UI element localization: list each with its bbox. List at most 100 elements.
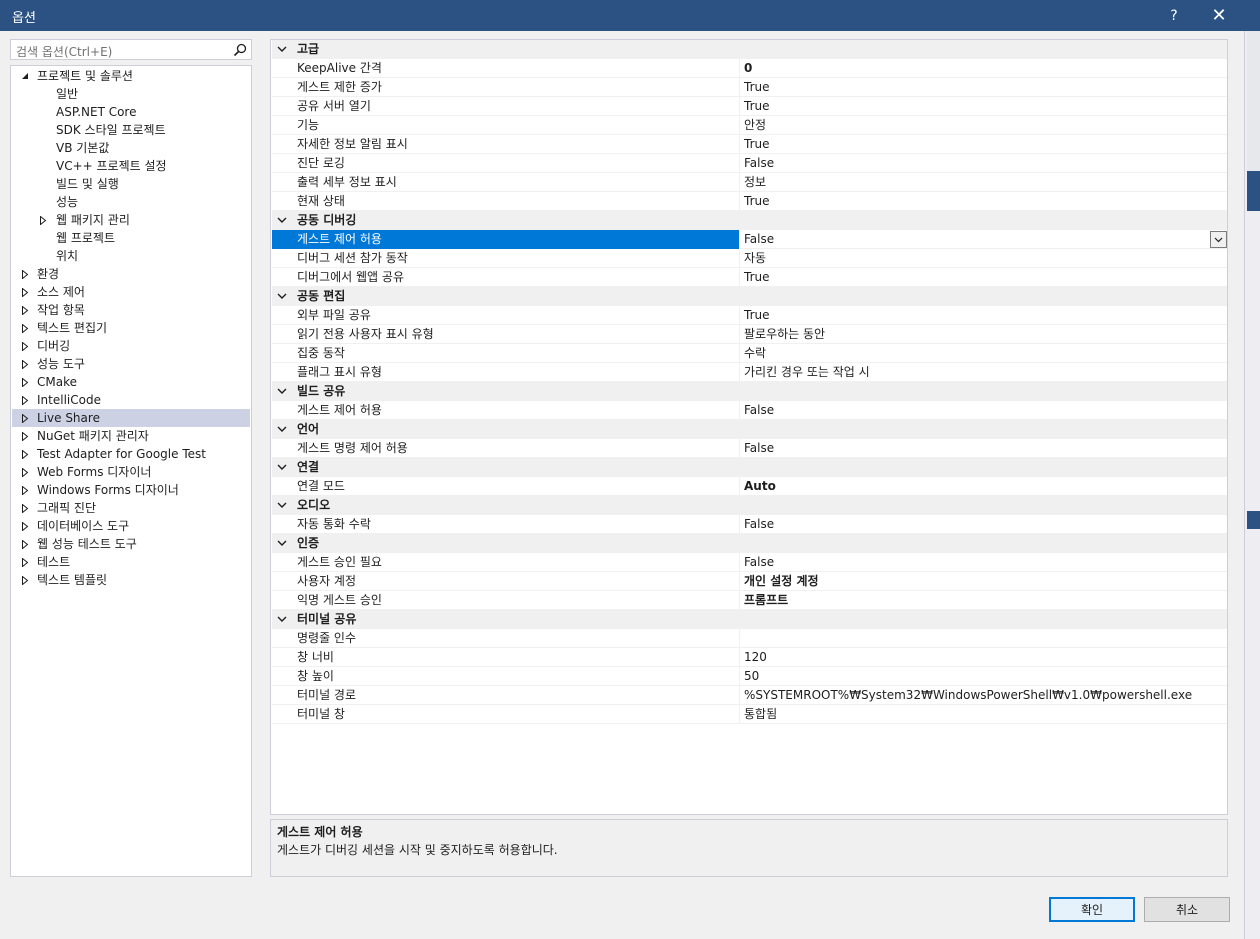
property-row[interactable]: 디버그에서 웹앱 공유 True bbox=[272, 268, 1227, 287]
property-row[interactable]: 게스트 제한 증가 True bbox=[272, 78, 1227, 97]
property-name[interactable]: 터미널 경로 bbox=[272, 686, 740, 705]
tree-item[interactable]: NuGet 패키지 관리자 bbox=[12, 427, 250, 445]
category-header[interactable]: 오디오 bbox=[272, 496, 1227, 515]
tree-item[interactable]: VB 기본값 bbox=[12, 139, 250, 157]
property-name[interactable]: 자동 통화 수락 bbox=[272, 515, 740, 534]
property-value[interactable]: Auto bbox=[741, 477, 1227, 496]
property-name[interactable]: 기능 bbox=[272, 116, 740, 135]
close-button[interactable]: ✕ bbox=[1197, 0, 1241, 31]
chevron-down-icon[interactable] bbox=[276, 534, 288, 553]
property-name[interactable]: 읽기 전용 사용자 표시 유형 bbox=[272, 325, 740, 344]
property-value[interactable]: 자동 bbox=[741, 249, 1227, 268]
property-value[interactable]: True bbox=[741, 135, 1227, 154]
property-row[interactable]: 창 너비 120 bbox=[272, 648, 1227, 667]
chevron-down-icon[interactable] bbox=[276, 211, 288, 230]
property-value[interactable]: True bbox=[741, 306, 1227, 325]
property-value[interactable]: 팔로우하는 동안 bbox=[741, 325, 1227, 344]
property-name[interactable]: 게스트 승인 필요 bbox=[272, 553, 740, 572]
tree-item[interactable]: 웹 프로젝트 bbox=[12, 229, 250, 247]
tree-item[interactable]: Windows Forms 디자이너 bbox=[12, 481, 250, 499]
property-row[interactable]: 디버그 세션 참가 동작 자동 bbox=[272, 249, 1227, 268]
property-row[interactable]: 현재 상태 True bbox=[272, 192, 1227, 211]
property-value[interactable]: False bbox=[741, 154, 1227, 173]
property-value[interactable]: True bbox=[741, 192, 1227, 211]
triangle-collapsed-icon[interactable] bbox=[20, 517, 30, 535]
triangle-collapsed-icon[interactable] bbox=[20, 463, 30, 481]
property-value[interactable]: True bbox=[741, 268, 1227, 287]
property-name[interactable]: 현재 상태 bbox=[272, 192, 740, 211]
property-name[interactable]: 익명 게스트 승인 bbox=[272, 591, 740, 610]
property-name[interactable]: 명령줄 인수 bbox=[272, 629, 740, 648]
property-name[interactable]: 창 높이 bbox=[272, 667, 740, 686]
property-value[interactable]: 가리킨 경우 또는 작업 시 bbox=[741, 363, 1227, 382]
tree-item[interactable]: 텍스트 템플릿 bbox=[12, 571, 250, 589]
triangle-expanded-icon[interactable] bbox=[20, 67, 30, 85]
triangle-collapsed-icon[interactable] bbox=[20, 481, 30, 499]
ok-button[interactable]: 확인 bbox=[1049, 897, 1135, 922]
property-value[interactable]: 개인 설정 계정 bbox=[741, 572, 1227, 591]
property-row[interactable]: 사용자 계정 개인 설정 계정 bbox=[272, 572, 1227, 591]
property-name[interactable]: 집중 동작 bbox=[272, 344, 740, 363]
property-row[interactable]: 터미널 경로 %SYSTEMROOT%₩System32₩WindowsPower… bbox=[272, 686, 1227, 705]
tree-item[interactable]: VC++ 프로젝트 설정 bbox=[12, 157, 250, 175]
triangle-collapsed-icon[interactable] bbox=[20, 445, 30, 463]
category-header[interactable]: 연결 bbox=[272, 458, 1227, 477]
property-name[interactable]: 자세한 정보 알림 표시 bbox=[272, 135, 740, 154]
triangle-collapsed-icon[interactable] bbox=[20, 571, 30, 589]
property-name[interactable]: 창 너비 bbox=[272, 648, 740, 667]
triangle-collapsed-icon[interactable] bbox=[20, 337, 30, 355]
property-name[interactable]: 출력 세부 정보 표시 bbox=[272, 173, 740, 192]
property-name[interactable]: 터미널 창 bbox=[272, 705, 740, 724]
property-row[interactable]: 터미널 창 통합됨 bbox=[272, 705, 1227, 724]
tree-item[interactable]: 성능 도구 bbox=[12, 355, 250, 373]
property-value[interactable]: %SYSTEMROOT%₩System32₩WindowsPowerShell₩… bbox=[741, 686, 1227, 705]
tree-item[interactable]: 소스 제어 bbox=[12, 283, 250, 301]
triangle-collapsed-icon[interactable] bbox=[20, 301, 30, 319]
property-row[interactable]: 익명 게스트 승인 프롬프트 bbox=[272, 591, 1227, 610]
tree-item[interactable]: Test Adapter for Google Test bbox=[12, 445, 250, 463]
category-header[interactable]: 공동 편집 bbox=[272, 287, 1227, 306]
property-row[interactable]: 게스트 제어 허용 False bbox=[272, 230, 1227, 249]
property-row[interactable]: 자동 통화 수락 False bbox=[272, 515, 1227, 534]
property-name[interactable]: 플래그 표시 유형 bbox=[272, 363, 740, 382]
triangle-collapsed-icon[interactable] bbox=[20, 427, 30, 445]
property-row[interactable]: 외부 파일 공유 True bbox=[272, 306, 1227, 325]
property-value[interactable]: True bbox=[741, 97, 1227, 116]
property-value[interactable]: False bbox=[741, 439, 1227, 458]
property-name[interactable]: 디버그 세션 참가 동작 bbox=[272, 249, 740, 268]
tree-item[interactable]: 성능 bbox=[12, 193, 250, 211]
tree-item[interactable]: 빌드 및 실행 bbox=[12, 175, 250, 193]
property-name[interactable]: 연결 모드 bbox=[272, 477, 740, 496]
search-icon[interactable] bbox=[232, 42, 248, 58]
chevron-down-icon[interactable] bbox=[276, 287, 288, 306]
tree-item[interactable]: 위치 bbox=[12, 247, 250, 265]
chevron-down-icon[interactable] bbox=[276, 496, 288, 515]
property-row[interactable]: 출력 세부 정보 표시 정보 bbox=[272, 173, 1227, 192]
triangle-collapsed-icon[interactable] bbox=[20, 409, 30, 427]
property-row[interactable]: 진단 로깅 False bbox=[272, 154, 1227, 173]
property-row[interactable]: 연결 모드 Auto bbox=[272, 477, 1227, 496]
category-header[interactable]: 고급 bbox=[272, 40, 1227, 59]
property-name[interactable]: KeepAlive 간격 bbox=[272, 59, 740, 78]
property-name[interactable]: 게스트 명령 제어 허용 bbox=[272, 439, 740, 458]
help-button[interactable]: ? bbox=[1152, 0, 1196, 31]
triangle-collapsed-icon[interactable] bbox=[20, 499, 30, 517]
tree-item[interactable]: 일반 bbox=[12, 85, 250, 103]
triangle-collapsed-icon[interactable] bbox=[20, 553, 30, 571]
category-header[interactable]: 공동 디버깅 bbox=[272, 211, 1227, 230]
property-row[interactable]: 읽기 전용 사용자 표시 유형 팔로우하는 동안 bbox=[272, 325, 1227, 344]
tree-item[interactable]: 디버깅 bbox=[12, 337, 250, 355]
tree-item[interactable]: 텍스트 편집기 bbox=[12, 319, 250, 337]
tree-item[interactable]: Live Share bbox=[12, 409, 250, 427]
property-value[interactable]: 프롬프트 bbox=[741, 591, 1227, 610]
search-input[interactable]: 검색 옵션(Ctrl+E) bbox=[10, 39, 252, 60]
triangle-collapsed-icon[interactable] bbox=[20, 265, 30, 283]
triangle-collapsed-icon[interactable] bbox=[20, 283, 30, 301]
property-value[interactable]: 통합됨 bbox=[741, 705, 1227, 724]
property-row[interactable]: 창 높이 50 bbox=[272, 667, 1227, 686]
cancel-button[interactable]: 취소 bbox=[1144, 897, 1230, 922]
property-name[interactable]: 외부 파일 공유 bbox=[272, 306, 740, 325]
tree-item[interactable]: 데이터베이스 도구 bbox=[12, 517, 250, 535]
property-row[interactable]: 게스트 제어 허용 False bbox=[272, 401, 1227, 420]
property-grid[interactable]: 고급 KeepAlive 간격 0 게스트 제한 증가 True 공유 서버 열기 True… bbox=[270, 39, 1228, 815]
